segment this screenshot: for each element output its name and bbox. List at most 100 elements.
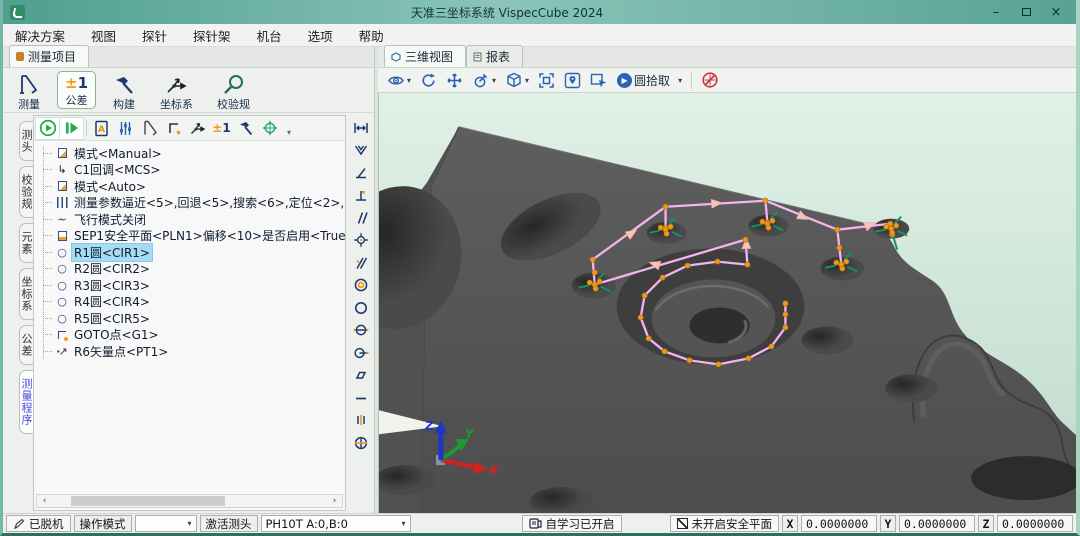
viewport-3d[interactable]: X Y Z	[378, 93, 1076, 513]
maximize-button[interactable]	[1012, 2, 1040, 22]
minimize-button[interactable]: –	[982, 2, 1010, 22]
ribbon-construct-button[interactable]: 构建	[104, 71, 144, 109]
symmetry-icon[interactable]	[350, 411, 371, 430]
toolbar-overflow-button[interactable]: ▾	[284, 119, 294, 137]
diameter-icon[interactable]	[350, 321, 371, 340]
ribbon-gauge-button[interactable]: 校验规	[209, 71, 258, 109]
construct-button[interactable]	[234, 118, 257, 139]
circle-pick-button[interactable]: ▶ 圆拾取 ▾	[617, 72, 682, 89]
tree-item[interactable]: ○R4圆<CIR4>	[38, 294, 345, 311]
project-icon	[16, 52, 24, 61]
operation-mode-select[interactable]: ▾	[135, 515, 197, 532]
coordinate-button[interactable]	[186, 118, 209, 139]
side-tab-gauge[interactable]: 校验规	[19, 166, 33, 218]
menu-machine[interactable]: 机台	[257, 26, 282, 45]
left-panel-body: 测头 校验规 元素 坐标系 公差 测量程序	[3, 113, 374, 513]
safety-plane-status: 未开启安全平面	[670, 515, 780, 532]
pan-button[interactable]	[446, 72, 463, 89]
tree-item[interactable]: ○R2圆<CIR2>	[38, 261, 345, 278]
measurement-project-panel: 测量项目 测量 ±1 公差	[3, 47, 375, 513]
side-tab-coordinate[interactable]: 坐标系	[19, 268, 33, 320]
side-tab-tolerance[interactable]: 公差	[19, 325, 33, 365]
menu-view[interactable]: 视图	[91, 26, 116, 45]
vector-point-icon: ↗	[55, 345, 69, 358]
side-tab-probe[interactable]: 测头	[19, 121, 33, 161]
side-tab-element[interactable]: 元素	[19, 223, 33, 263]
mode-icon	[55, 148, 69, 158]
flatness-icon[interactable]	[350, 366, 371, 385]
coord-y-label: Y	[880, 515, 896, 532]
circle-icon: ○	[55, 262, 69, 275]
tree-item[interactable]: ↳C1回调<MCS>	[38, 162, 345, 179]
circle-icon: ○	[55, 279, 69, 292]
menu-options[interactable]: 选项	[308, 26, 333, 45]
tab-measurement-project[interactable]: 测量项目	[9, 45, 89, 67]
measure-button[interactable]	[138, 118, 161, 139]
report-doc-button[interactable]: A	[90, 118, 113, 139]
sketch-display-button[interactable]: ▾	[472, 72, 496, 89]
tree-item[interactable]: ~飞行模式关闭	[38, 211, 345, 228]
tree-item-selected[interactable]: ○R1圆<CIR1>	[38, 244, 345, 261]
active-probe-select[interactable]: PH10T A:0,B:0 ▾	[261, 515, 411, 532]
close-button[interactable]: ×	[1042, 2, 1070, 22]
ribbon-coordinate-button[interactable]: 坐标系	[152, 71, 201, 109]
hole-plain	[801, 326, 853, 354]
compass-button[interactable]	[258, 118, 281, 139]
concentricity-icon[interactable]	[350, 276, 371, 295]
tree-item[interactable]: ○R5圆<CIR5>	[38, 310, 345, 327]
countersink-icon[interactable]	[350, 141, 371, 160]
sketch-icon	[472, 72, 490, 89]
angle-icon[interactable]	[350, 163, 371, 182]
run-button[interactable]	[36, 118, 59, 139]
tree-item[interactable]: SEP1安全平面<PLN1>偏移<10>是否启用<True>	[38, 228, 345, 245]
tree-item[interactable]: ↗R6矢量点<PT1>	[38, 343, 345, 360]
menu-probe-rack[interactable]: 探针架	[193, 26, 231, 45]
zoom-fit-button[interactable]	[538, 72, 555, 89]
perpendicularity-icon[interactable]	[350, 186, 371, 205]
cube-mini-icon	[391, 52, 401, 62]
tree-item[interactable]: 模式<Auto>	[38, 178, 345, 195]
goto-button[interactable]	[162, 118, 185, 139]
step-run-button[interactable]	[60, 118, 83, 139]
circularity-icon[interactable]	[350, 298, 371, 317]
tab-report[interactable]: 报表	[466, 45, 523, 67]
dropdown-caret: ▾	[401, 519, 405, 528]
menu-solution[interactable]: 解决方案	[15, 26, 65, 45]
position-icon[interactable]	[350, 231, 371, 250]
tree-item[interactable]: ○R3圆<CIR3>	[38, 277, 345, 294]
scroll-right-arrow[interactable]: ›	[327, 496, 342, 506]
orbit-button[interactable]	[420, 72, 437, 89]
visibility-button[interactable]: ▾	[387, 72, 411, 88]
tolerance-button[interactable]: ±1	[210, 118, 233, 139]
tree-item[interactable]: GOTO点<G1>	[38, 327, 345, 344]
ribbon-tolerance-button[interactable]: ±1 公差	[57, 71, 96, 109]
measure-params-button[interactable]	[114, 118, 137, 139]
distance-icon[interactable]	[350, 118, 371, 137]
menu-help[interactable]: 帮助	[359, 26, 384, 45]
main-area: 测量项目 测量 ±1 公差	[3, 47, 1076, 513]
view-cube-button[interactable]: ▾	[505, 72, 529, 89]
window-select-button[interactable]	[590, 72, 608, 88]
tab-3d-view[interactable]: 三维视图	[384, 45, 466, 67]
tree-horizontal-scrollbar[interactable]: ‹ ›	[36, 494, 343, 508]
probe-pin-button[interactable]	[564, 72, 581, 89]
menu-probe[interactable]: 探针	[142, 26, 167, 45]
tree-item[interactable]: 模式<Manual>	[38, 145, 345, 162]
zoom-fit-icon	[538, 72, 555, 89]
straightness-icon[interactable]	[350, 388, 371, 407]
tree-item[interactable]: 测量参数逼近<5>,回退<5>,搜索<6>,定位<2>,定位加<2>,测量	[38, 195, 345, 212]
application-window: 天准三坐标系统 VispecCube 2024 – × 解决方案 视图 探针 探…	[0, 0, 1080, 536]
hammer-icon	[237, 120, 254, 136]
parallelism-icon[interactable]	[350, 208, 371, 227]
angularity-icon[interactable]	[350, 253, 371, 272]
scrollbar-thumb[interactable]	[71, 496, 225, 506]
ribbon-measure-button[interactable]: 测量	[9, 71, 49, 109]
side-tab-program[interactable]: 测量程序	[19, 370, 33, 434]
true-position-icon[interactable]	[350, 433, 371, 452]
window-select-icon	[590, 72, 608, 88]
coord-x-value: 0.0000000	[801, 515, 877, 532]
runout-icon[interactable]	[350, 343, 371, 362]
compass-disabled-button[interactable]	[701, 71, 719, 89]
step-run-icon	[63, 119, 81, 137]
scroll-left-arrow[interactable]: ‹	[37, 496, 52, 506]
